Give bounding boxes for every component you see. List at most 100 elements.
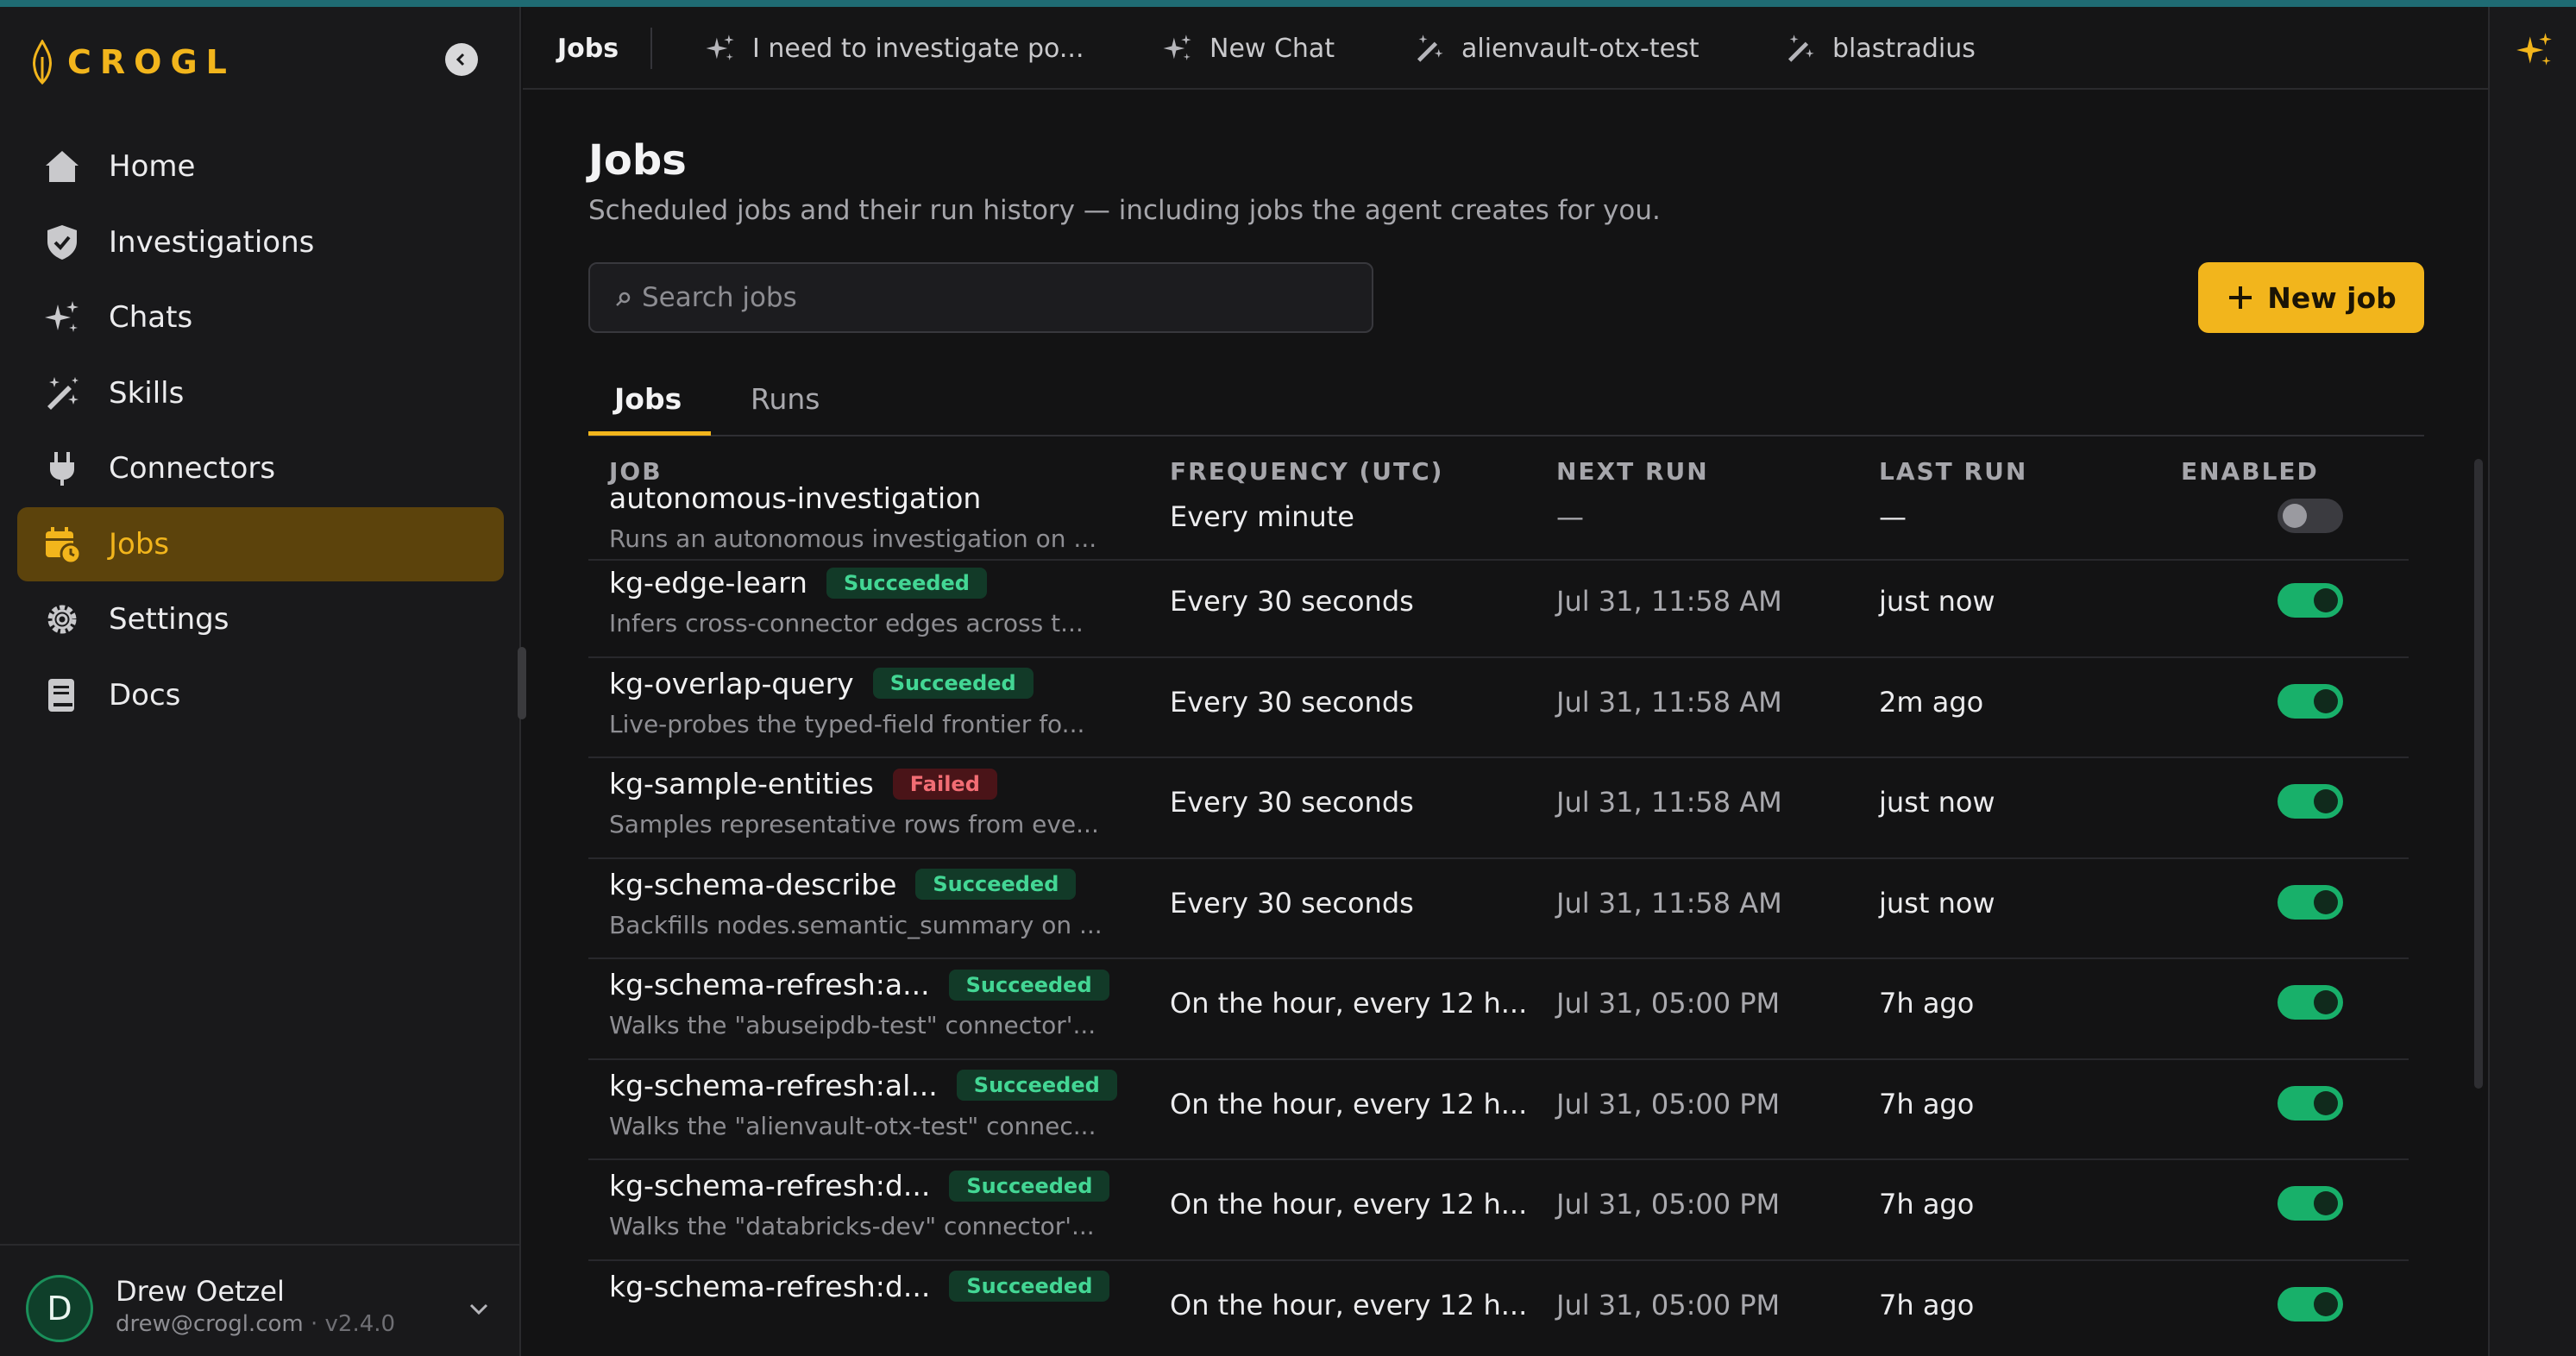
chevron-down-icon[interactable]	[466, 1296, 492, 1321]
frequency-cell: Every 30 seconds	[1170, 886, 1414, 920]
enabled-toggle[interactable]	[2278, 1186, 2343, 1221]
enabled-toggle[interactable]	[2278, 1085, 2343, 1121]
enabled-toggle[interactable]	[2278, 683, 2343, 719]
job-name-cell[interactable]: kg-schema-refresh:a... Succeeded	[609, 968, 1109, 1001]
avatar: D	[26, 1275, 93, 1342]
sidebar-item-docs[interactable]: Docs	[17, 658, 504, 732]
sidebar-item-label: Settings	[109, 602, 229, 637]
sidebar-item-settings[interactable]: Settings	[17, 582, 504, 656]
ai-assistant-icon[interactable]	[2514, 29, 2555, 71]
frequency-cell: On the hour, every 12 h...	[1170, 1087, 1528, 1121]
tab-jobs[interactable]: Jobs	[557, 7, 619, 90]
job-name-cell[interactable]: kg-edge-learn Succeeded	[609, 566, 987, 600]
sidebar-item-jobs[interactable]: Jobs	[17, 506, 504, 581]
frequency-cell: Every minute	[1170, 500, 1354, 533]
status-badge: Succeeded	[948, 969, 1109, 1001]
collapse-sidebar-button[interactable]	[445, 43, 478, 76]
tab-investigation-chat[interactable]: I need to investigate po...	[704, 7, 1084, 90]
search-input[interactable]	[642, 264, 1349, 331]
sidebar-item-label: Home	[109, 149, 196, 184]
table-row[interactable]: autonomous-investigation Runs an autonomo…	[588, 481, 2409, 561]
job-name: kg-sample-entities	[609, 767, 874, 800]
toggle-knob	[2314, 789, 2338, 813]
job-name: kg-schema-refresh:d...	[609, 1269, 931, 1303]
frequency-cell: On the hour, every 12 h...	[1170, 1188, 1528, 1221]
toggle-knob	[2283, 504, 2307, 528]
enabled-toggle[interactable]	[2278, 884, 2343, 920]
job-name: kg-schema-describe	[609, 867, 897, 901]
user-menu[interactable]: D Drew Oetzel drew@crogl.com · v2.4.0	[0, 1244, 521, 1356]
tab-label: Jobs	[557, 33, 619, 64]
frequency-cell: Every 30 seconds	[1170, 786, 1414, 819]
search-box[interactable]	[588, 262, 1373, 333]
brand-logo[interactable]: CROGL	[29, 40, 236, 85]
tab-label: New Chat	[1209, 33, 1335, 64]
view-tabs: Jobs Runs	[588, 361, 2424, 436]
job-name-cell[interactable]: kg-schema-refresh:al... Succeeded	[609, 1069, 1117, 1102]
job-name-cell[interactable]: kg-overlap-query Succeeded	[609, 667, 1034, 700]
assistant-pane	[2488, 7, 2576, 1356]
enabled-toggle[interactable]	[2278, 583, 2343, 618]
gear-icon	[41, 599, 83, 640]
tab-new-chat[interactable]: New Chat	[1161, 7, 1335, 90]
flame-logo-icon	[33, 40, 52, 85]
job-name-cell[interactable]: kg-schema-refresh:d... Succeeded	[609, 1269, 1110, 1303]
tab-divider	[650, 28, 652, 69]
job-name: kg-edge-learn	[609, 566, 807, 600]
frequency-cell: Every 30 seconds	[1170, 585, 1414, 618]
frequency-cell: Every 30 seconds	[1170, 685, 1414, 719]
magic-wand-icon	[1787, 35, 1814, 62]
job-description: Backfills nodes.semantic_summary on ...	[609, 910, 1103, 939]
job-description: Live-probes the typed-field frontier fo.…	[609, 709, 1085, 738]
tab-alienvault-otx-test[interactable]: alienvault-otx-test	[1413, 7, 1699, 90]
toggle-knob	[2314, 1090, 2338, 1115]
last-run-cell: 2m ago	[1879, 685, 1984, 719]
tab-runs-view[interactable]: Runs	[751, 361, 820, 436]
sidebar-item-chats[interactable]: Chats	[17, 280, 504, 355]
table-row[interactable]: kg-schema-describe Succeeded Backfills nod…	[588, 859, 2409, 959]
new-job-button[interactable]: New job	[2198, 262, 2424, 333]
job-name-cell[interactable]: kg-sample-entities Failed	[609, 767, 997, 800]
job-name: kg-schema-refresh:d...	[609, 1169, 931, 1202]
job-description: Runs an autonomous investigation on ...	[609, 524, 1097, 553]
last-run-cell: just now	[1879, 886, 1995, 920]
home-icon	[41, 146, 83, 187]
tab-jobs-view[interactable]: Jobs	[614, 361, 682, 436]
main-scrollbar[interactable]	[2474, 459, 2483, 1089]
enabled-toggle[interactable]	[2278, 1286, 2343, 1321]
job-name-cell[interactable]: kg-schema-refresh:d... Succeeded	[609, 1169, 1110, 1202]
shield-icon	[41, 222, 83, 263]
chevron-left-icon	[456, 53, 465, 66]
sidebar-item-skills[interactable]: Skills	[17, 356, 504, 430]
table-row[interactable]: kg-schema-refresh:d... Succeeded Walks the…	[588, 1160, 2409, 1261]
next-run-cell: Jul 31, 05:00 PM	[1556, 1188, 1781, 1221]
table-row[interactable]: kg-schema-refresh:al... Succeeded Walks th…	[588, 1060, 2409, 1160]
sidebar-item-label: Docs	[109, 677, 181, 713]
enabled-toggle[interactable]	[2278, 985, 2343, 1020]
new-job-label: New job	[2267, 280, 2397, 315]
job-name: kg-schema-refresh:a...	[609, 968, 930, 1001]
tab-label: blastradius	[1832, 33, 1976, 64]
sidebar-item-home[interactable]: Home	[17, 129, 504, 204]
job-description: Walks the "abuseipdb-test" connector'...	[609, 1011, 1096, 1039]
last-run-cell: just now	[1879, 786, 1995, 819]
job-name-cell[interactable]: autonomous-investigation	[609, 481, 981, 515]
frequency-cell: On the hour, every 12 h...	[1170, 1288, 1528, 1321]
tab-blastradius[interactable]: blastradius	[1784, 7, 1976, 90]
job-name-cell[interactable]: kg-schema-describe Succeeded	[609, 867, 1077, 901]
status-badge: Succeeded	[949, 1170, 1110, 1202]
table-row[interactable]: kg-sample-entities Failed Samples represen…	[588, 758, 2409, 859]
magic-wand-icon	[1417, 35, 1443, 62]
sidebar-item-connectors[interactable]: Connectors	[17, 431, 504, 505]
table-row[interactable]: kg-edge-learn Succeeded Infers cross-conne…	[588, 557, 2409, 658]
table-row[interactable]: kg-schema-refresh:d... Succeeded On the ho…	[588, 1261, 2409, 1356]
sidebar-item-label: Connectors	[109, 451, 276, 486]
table-row[interactable]: kg-schema-refresh:a... Succeeded Walks the…	[588, 959, 2409, 1060]
toggle-knob	[2314, 990, 2338, 1014]
table-row[interactable]: kg-overlap-query Succeeded Live-probes the…	[588, 658, 2409, 758]
enabled-toggle[interactable]	[2278, 784, 2343, 819]
brand-name: CROGL	[67, 43, 236, 81]
job-description: Walks the "databricks-dev" connector'...	[609, 1212, 1095, 1240]
enabled-toggle[interactable]	[2278, 499, 2343, 533]
sidebar-item-investigations[interactable]: Investigations	[17, 205, 504, 279]
